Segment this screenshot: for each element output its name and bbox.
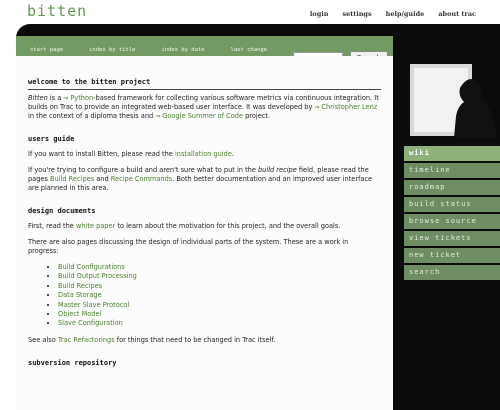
ctxnav-roadmap[interactable]: roadmap — [404, 180, 500, 195]
christopher-lenz-link[interactable]: Christopher Lenz — [314, 103, 377, 111]
recipe-commands-link[interactable]: Recipe Commands — [111, 175, 172, 183]
recipe-text-1: If you're trying to configure a build an… — [28, 166, 258, 174]
see-also-text-1: See also — [28, 335, 58, 344]
main-nav: start page index by title index by date … — [16, 36, 393, 65]
ctxnav-timeline[interactable]: timeline — [404, 163, 500, 178]
install-text-1: If you want to install Bitten, please re… — [28, 150, 175, 158]
python-link[interactable]: Python — [63, 94, 93, 102]
ctxnav-search[interactable]: search — [404, 265, 500, 280]
about-trac-link[interactable]: about trac — [438, 10, 476, 18]
install-text-2: . — [231, 150, 234, 158]
intro-paragraph: Bitten is a Python-based framework for c… — [28, 94, 381, 121]
ctxnav-new-ticket[interactable]: new ticket — [404, 248, 500, 263]
recipe-paragraph: If you're trying to configure a build an… — [28, 166, 381, 193]
list-item[interactable]: Data Storage — [58, 291, 381, 300]
list-item[interactable]: Master Slave Protocol — [58, 301, 381, 310]
trac-refactorings-link[interactable]: Trac Refactorings — [58, 336, 115, 344]
meta-nav: login settings help/guide about trac — [310, 10, 476, 18]
list-item[interactable]: Build Configurations — [58, 263, 381, 272]
intro-text-3: in the context of a diploma thesis and — [28, 112, 156, 120]
users-guide-heading: users guide — [28, 135, 75, 143]
index-by-date-link[interactable]: index by date — [161, 47, 204, 53]
white-paper-paragraph: First, read the white paper to learn abo… — [28, 222, 381, 231]
list-item[interactable]: Slave Configuration — [58, 319, 381, 328]
context-nav: wiki timeline roadmap build status brows… — [404, 146, 500, 282]
wiki-content: welcome to the bitten project Bitten is … — [16, 56, 393, 410]
list-item[interactable]: Object Model — [58, 310, 381, 319]
start-page-link[interactable]: start page — [30, 47, 63, 53]
site-logo[interactable]: bitten — [27, 2, 87, 20]
index-by-title-link[interactable]: index by title — [89, 47, 135, 53]
welcome-heading: welcome to the bitten project — [28, 78, 381, 90]
google-summer-of-code-link[interactable]: Google Summer of Code — [155, 112, 243, 120]
subversion-repository-heading: subversion repository — [28, 358, 117, 367]
design-text-2: to learn about the motivation for this p… — [115, 222, 341, 230]
recipe-text-3: and — [94, 175, 111, 183]
ctxnav-view-tickets[interactable]: view tickets — [404, 231, 500, 246]
white-paper-link[interactable]: white paper — [76, 222, 115, 230]
help-guide-link[interactable]: help/guide — [386, 10, 425, 18]
installation-guide-link[interactable]: installation guide — [175, 150, 232, 158]
intro-text-4: project. — [243, 112, 271, 120]
list-item[interactable]: Build Output Processing — [58, 272, 381, 281]
settings-link[interactable]: settings — [342, 10, 371, 18]
design-text-1: First, read the — [28, 222, 76, 230]
build-recipes-link[interactable]: Build Recipes — [50, 175, 94, 183]
last-change-link[interactable]: last change — [231, 47, 267, 53]
see-also-paragraph: See also Trac Refactorings for things th… — [28, 336, 381, 345]
login-link[interactable]: login — [310, 10, 329, 18]
page-frame: start page index by title index by date … — [16, 24, 500, 410]
build-recipe-emphasis: build recipe — [258, 166, 297, 174]
list-item[interactable]: Build Recipes — [58, 282, 381, 291]
design-docs-list: Build Configurations Build Output Proces… — [28, 263, 381, 329]
ctxnav-browse-source[interactable]: browse source — [404, 214, 500, 229]
design-documents-heading: design documents — [28, 207, 96, 215]
see-also-text-2: for things that need to be changed in Tr… — [114, 335, 276, 344]
project-name: Bitten — [28, 94, 48, 102]
ctxnav-wiki[interactable]: wiki — [404, 146, 500, 161]
intro-text-1: is a — [47, 94, 64, 102]
ctxnav-build-status[interactable]: build status — [404, 197, 500, 212]
install-paragraph: If you want to install Bitten, please re… — [28, 150, 381, 159]
design-intro-paragraph: There are also pages discussing the desi… — [28, 238, 349, 255]
